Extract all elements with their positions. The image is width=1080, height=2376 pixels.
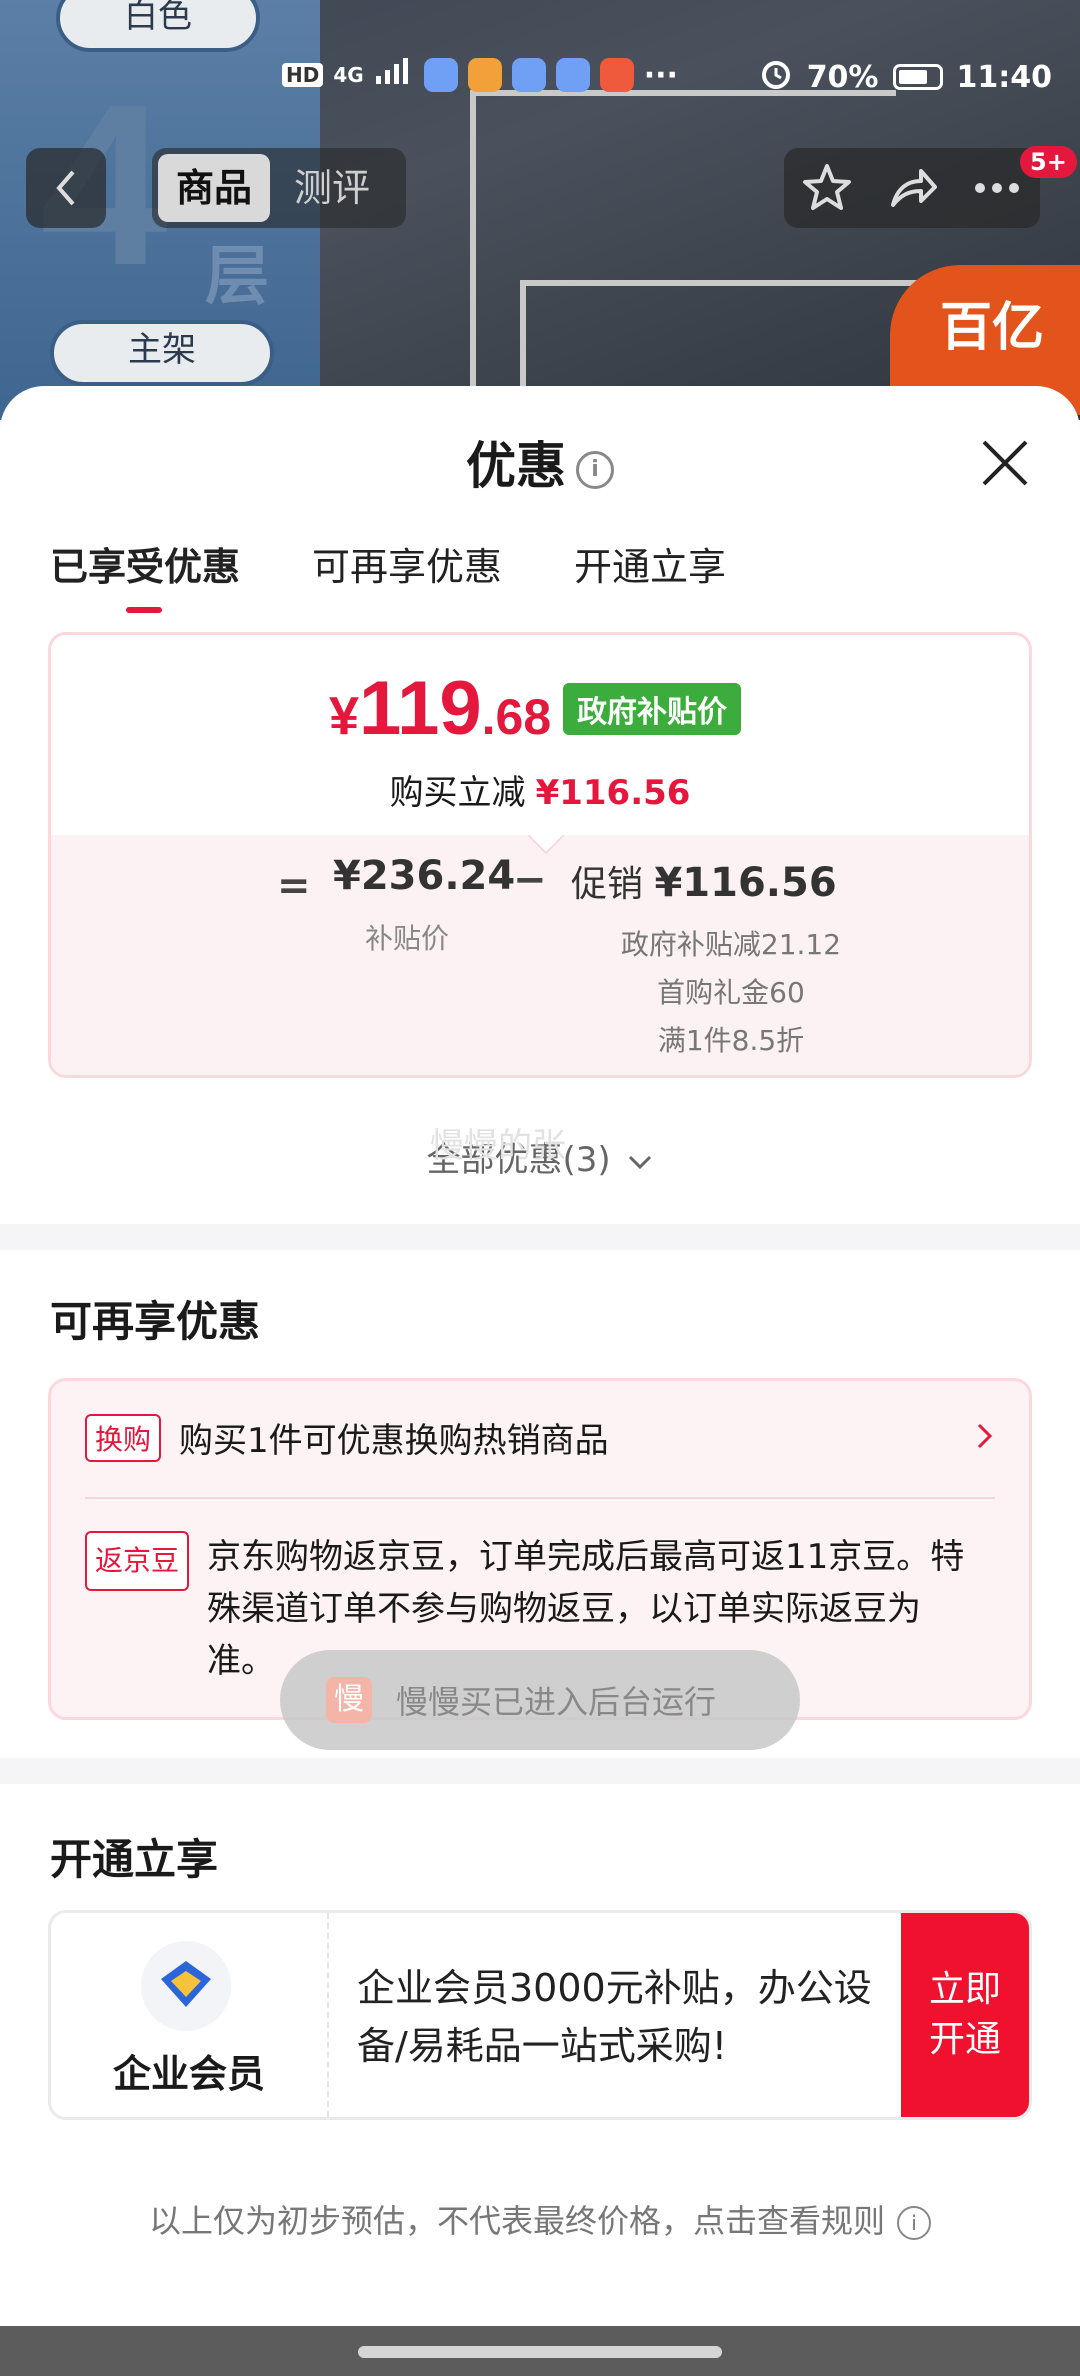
chevron-left-icon: [56, 170, 75, 206]
minus-sign: −: [513, 857, 547, 903]
promo-label: 促销: [571, 864, 644, 905]
subsidy-price: ¥236.24: [333, 853, 516, 899]
vip-card: 企业会员 企业会员3000元补贴，办公设备/易耗品一站式采购! 立即开通: [48, 1910, 1032, 2120]
star-icon[interactable]: [800, 161, 854, 215]
promo-total: 促销 ¥116.56: [571, 855, 837, 907]
vip-desc: 企业会员3000元补贴，办公设备/易耗品一站式采购!: [357, 1966, 872, 2068]
section-divider: [0, 1758, 1080, 1784]
home-indicator[interactable]: [358, 2346, 722, 2358]
buy-reduce-label: 购买立减: [389, 773, 526, 813]
promo-item: 首购礼金60: [657, 976, 805, 1009]
vip-section-title: 开通立享: [50, 1835, 219, 1884]
more-notifications-icon: ···: [643, 57, 678, 93]
row-divider: [85, 1497, 995, 1499]
tab-product[interactable]: 商品: [158, 154, 271, 222]
tab-review[interactable]: 测评: [276, 154, 388, 222]
frame-tag: 主架: [50, 320, 274, 386]
color-tag: 白色: [56, 0, 260, 52]
chevron-right-icon[interactable]: [975, 1421, 995, 1451]
tab-more-available[interactable]: 可再享优惠: [312, 536, 502, 591]
footer-note[interactable]: 以上仅为初步预估，不代表最终价格，点击查看规则 i: [0, 2196, 1080, 2242]
brand-badge-text: 百亿: [940, 298, 1045, 358]
exchange-text: 购买1件可优惠换购热销商品: [179, 1421, 609, 1461]
tab-activate[interactable]: 开通立享: [574, 536, 726, 591]
chevron-down-icon: [629, 1155, 652, 1169]
nav-actions: [784, 148, 1040, 228]
section-divider: [0, 1224, 1080, 1250]
promo-tabs: 已享受优惠 可再享优惠 开通立享: [50, 536, 726, 613]
final-price: ¥119.68: [329, 665, 551, 752]
currency-symbol: ¥: [329, 686, 360, 746]
price-top: ¥119.68 政府补贴价 购买立减 ¥116.56: [51, 635, 1029, 835]
footer-note-text: 以上仅为初步预估，不代表最终价格，点击查看规则: [148, 2202, 885, 2240]
exchange-row[interactable]: 换购 购买1件可优惠换购热销商品: [85, 1413, 609, 1462]
status-bar: HD 4G ··· 70% 11:40: [0, 46, 1080, 106]
buy-reduce: 购买立减 ¥116.56: [51, 765, 1029, 814]
promo-item: 满1件8.5折: [657, 1024, 805, 1057]
subsidy-label: 补贴价: [365, 922, 450, 955]
hd-indicator: HD: [282, 63, 324, 87]
vip-left: 企业会员: [51, 1913, 329, 2117]
status-left-icons: HD 4G ···: [282, 56, 678, 94]
app-notification-icon: [555, 58, 590, 92]
message-badge: 5+: [1020, 146, 1077, 178]
equals-sign: =: [277, 863, 311, 909]
price-card: ¥119.68 政府补贴价 购买立减 ¥116.56 = ¥236.24 补贴价 …: [48, 632, 1032, 1078]
app-notification-icon: [423, 58, 458, 92]
status-right: 70% 11:40: [759, 56, 1052, 98]
vip-name: 企业会员: [112, 2052, 265, 2096]
jingdou-tag: 返京豆: [85, 1531, 190, 1591]
watermark: 慢慢的张: [430, 1126, 566, 1166]
share-icon[interactable]: [885, 161, 939, 215]
more-section-title: 可再享优惠: [50, 1297, 261, 1346]
final-price-dec: .68: [481, 689, 552, 745]
tab-enjoyed[interactable]: 已享受优惠: [50, 536, 240, 613]
info-icon[interactable]: i: [576, 450, 614, 489]
exchange-tag: 换购: [85, 1413, 162, 1462]
sheet-title-text: 优惠: [466, 437, 566, 495]
activate-button-label: 立即开通: [928, 1969, 1001, 2060]
back-button[interactable]: [26, 148, 106, 228]
app-icon: 慢: [326, 1677, 372, 1723]
promo-item: 政府补贴减21.12: [620, 928, 842, 961]
sheet-title: 优惠 i: [0, 426, 1080, 498]
signal-icon: [374, 56, 414, 94]
clock: 11:40: [956, 59, 1053, 95]
promo-amount: ¥116.56: [654, 860, 837, 906]
activate-button[interactable]: 立即开通: [901, 1913, 1029, 2117]
product-nav-tabs: 商品 测评: [152, 148, 406, 228]
promo-items: 政府补贴减21.12 首购礼金60 满1件8.5折: [571, 921, 891, 1065]
toast-text: 慢慢买已进入后台运行: [396, 1683, 717, 1721]
enterprise-vip-logo-icon: [141, 1941, 231, 2031]
app-notification-icon: [467, 58, 502, 92]
network-indicator: 4G: [333, 63, 364, 87]
app-notification-icon: [511, 58, 546, 92]
info-icon: i: [897, 2206, 931, 2240]
toast: 慢 慢慢买已进入后台运行: [280, 1650, 800, 1750]
battery-percent: 70%: [806, 59, 879, 95]
alarm-icon: [759, 56, 793, 98]
gov-subsidy-tag: 政府补贴价: [563, 683, 741, 735]
layers-unit: 层: [205, 240, 269, 314]
buy-reduce-amount: ¥116.56: [535, 773, 691, 813]
close-icon[interactable]: [978, 436, 1032, 490]
battery-icon: [892, 64, 943, 90]
app-notification-icon: [599, 58, 634, 92]
promo-sheet: 优惠 i 已享受优惠 可再享优惠 开通立享 ¥119.68 政府补贴价 购买立减 ¥…: [0, 386, 1080, 2376]
more-icon[interactable]: [970, 161, 1024, 215]
final-price-int: 119: [359, 666, 482, 751]
